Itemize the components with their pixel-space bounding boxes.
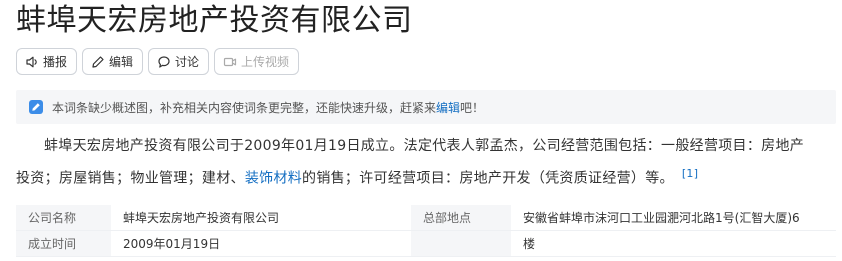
play-button[interactable]: 播报 [16,48,78,75]
summary-text-cont: 的销售；许可经营项目：房地产开发（凭资质证经营）等。 [302,170,674,187]
company-name-label: 公司名称 [16,205,111,230]
reference-link[interactable]: [1] [682,167,698,180]
comment-icon [157,55,171,69]
summary-paragraph: 蚌埠天宏房地产投资有限公司于2009年01月19日成立。法定代表人郭孟杰，公司经… [16,133,816,193]
missing-image-notice: 本词条缺少概述图，补充相关内容使词条更完整，还能快速升级，赶紧来 编辑 吧！ [16,90,836,124]
page-title: 蚌埠天宏房地产投资有限公司 [16,3,413,38]
headquarters-value: 安徽省蚌埠市沫河口工业园淝河北路1号(汇智大厦)6 [523,211,800,225]
notice-text: 本词条缺少概述图，补充相关内容使词条更完整，还能快速升级，赶紧来 [52,100,437,115]
discuss-button-label: 讨论 [175,55,200,69]
upload-video-button-label: 上传视频 [241,55,290,69]
pencil-icon [91,55,105,69]
edit-notice-icon [29,100,43,114]
headquarters-label: 总部地点 [411,205,511,230]
speaker-icon [25,55,39,69]
basic-info-row: 成立时间 2009年01月19日 楼 [16,231,836,257]
headquarters-value-cont: 楼 [523,237,536,251]
basic-info-table: 公司名称 蚌埠天宏房地产投资有限公司 总部地点 安徽省蚌埠市沫河口工业园淝河北路… [16,205,836,257]
play-button-label: 播报 [43,55,68,69]
discuss-button[interactable]: 讨论 [148,48,210,75]
empty-label-cell [411,231,511,256]
founded-date-label: 成立时间 [16,231,111,256]
company-name-value: 蚌埠天宏房地产投资有限公司 [123,211,280,225]
founded-date-value: 2009年01月19日 [123,237,221,251]
decoration-materials-link[interactable]: 装饰材料 [245,171,302,187]
edit-button[interactable]: 编辑 [82,48,144,75]
action-toolbar: 播报 编辑 讨论 上传视频 [16,48,300,75]
basic-info-row: 公司名称 蚌埠天宏房地产投资有限公司 总部地点 安徽省蚌埠市沫河口工业园淝河北路… [16,205,836,231]
notice-edit-link[interactable]: 编辑 [436,99,460,116]
upload-video-button[interactable]: 上传视频 [214,48,300,75]
video-camera-icon [223,55,237,69]
notice-text-end: 吧！ [460,100,485,115]
edit-button-label: 编辑 [109,55,134,69]
